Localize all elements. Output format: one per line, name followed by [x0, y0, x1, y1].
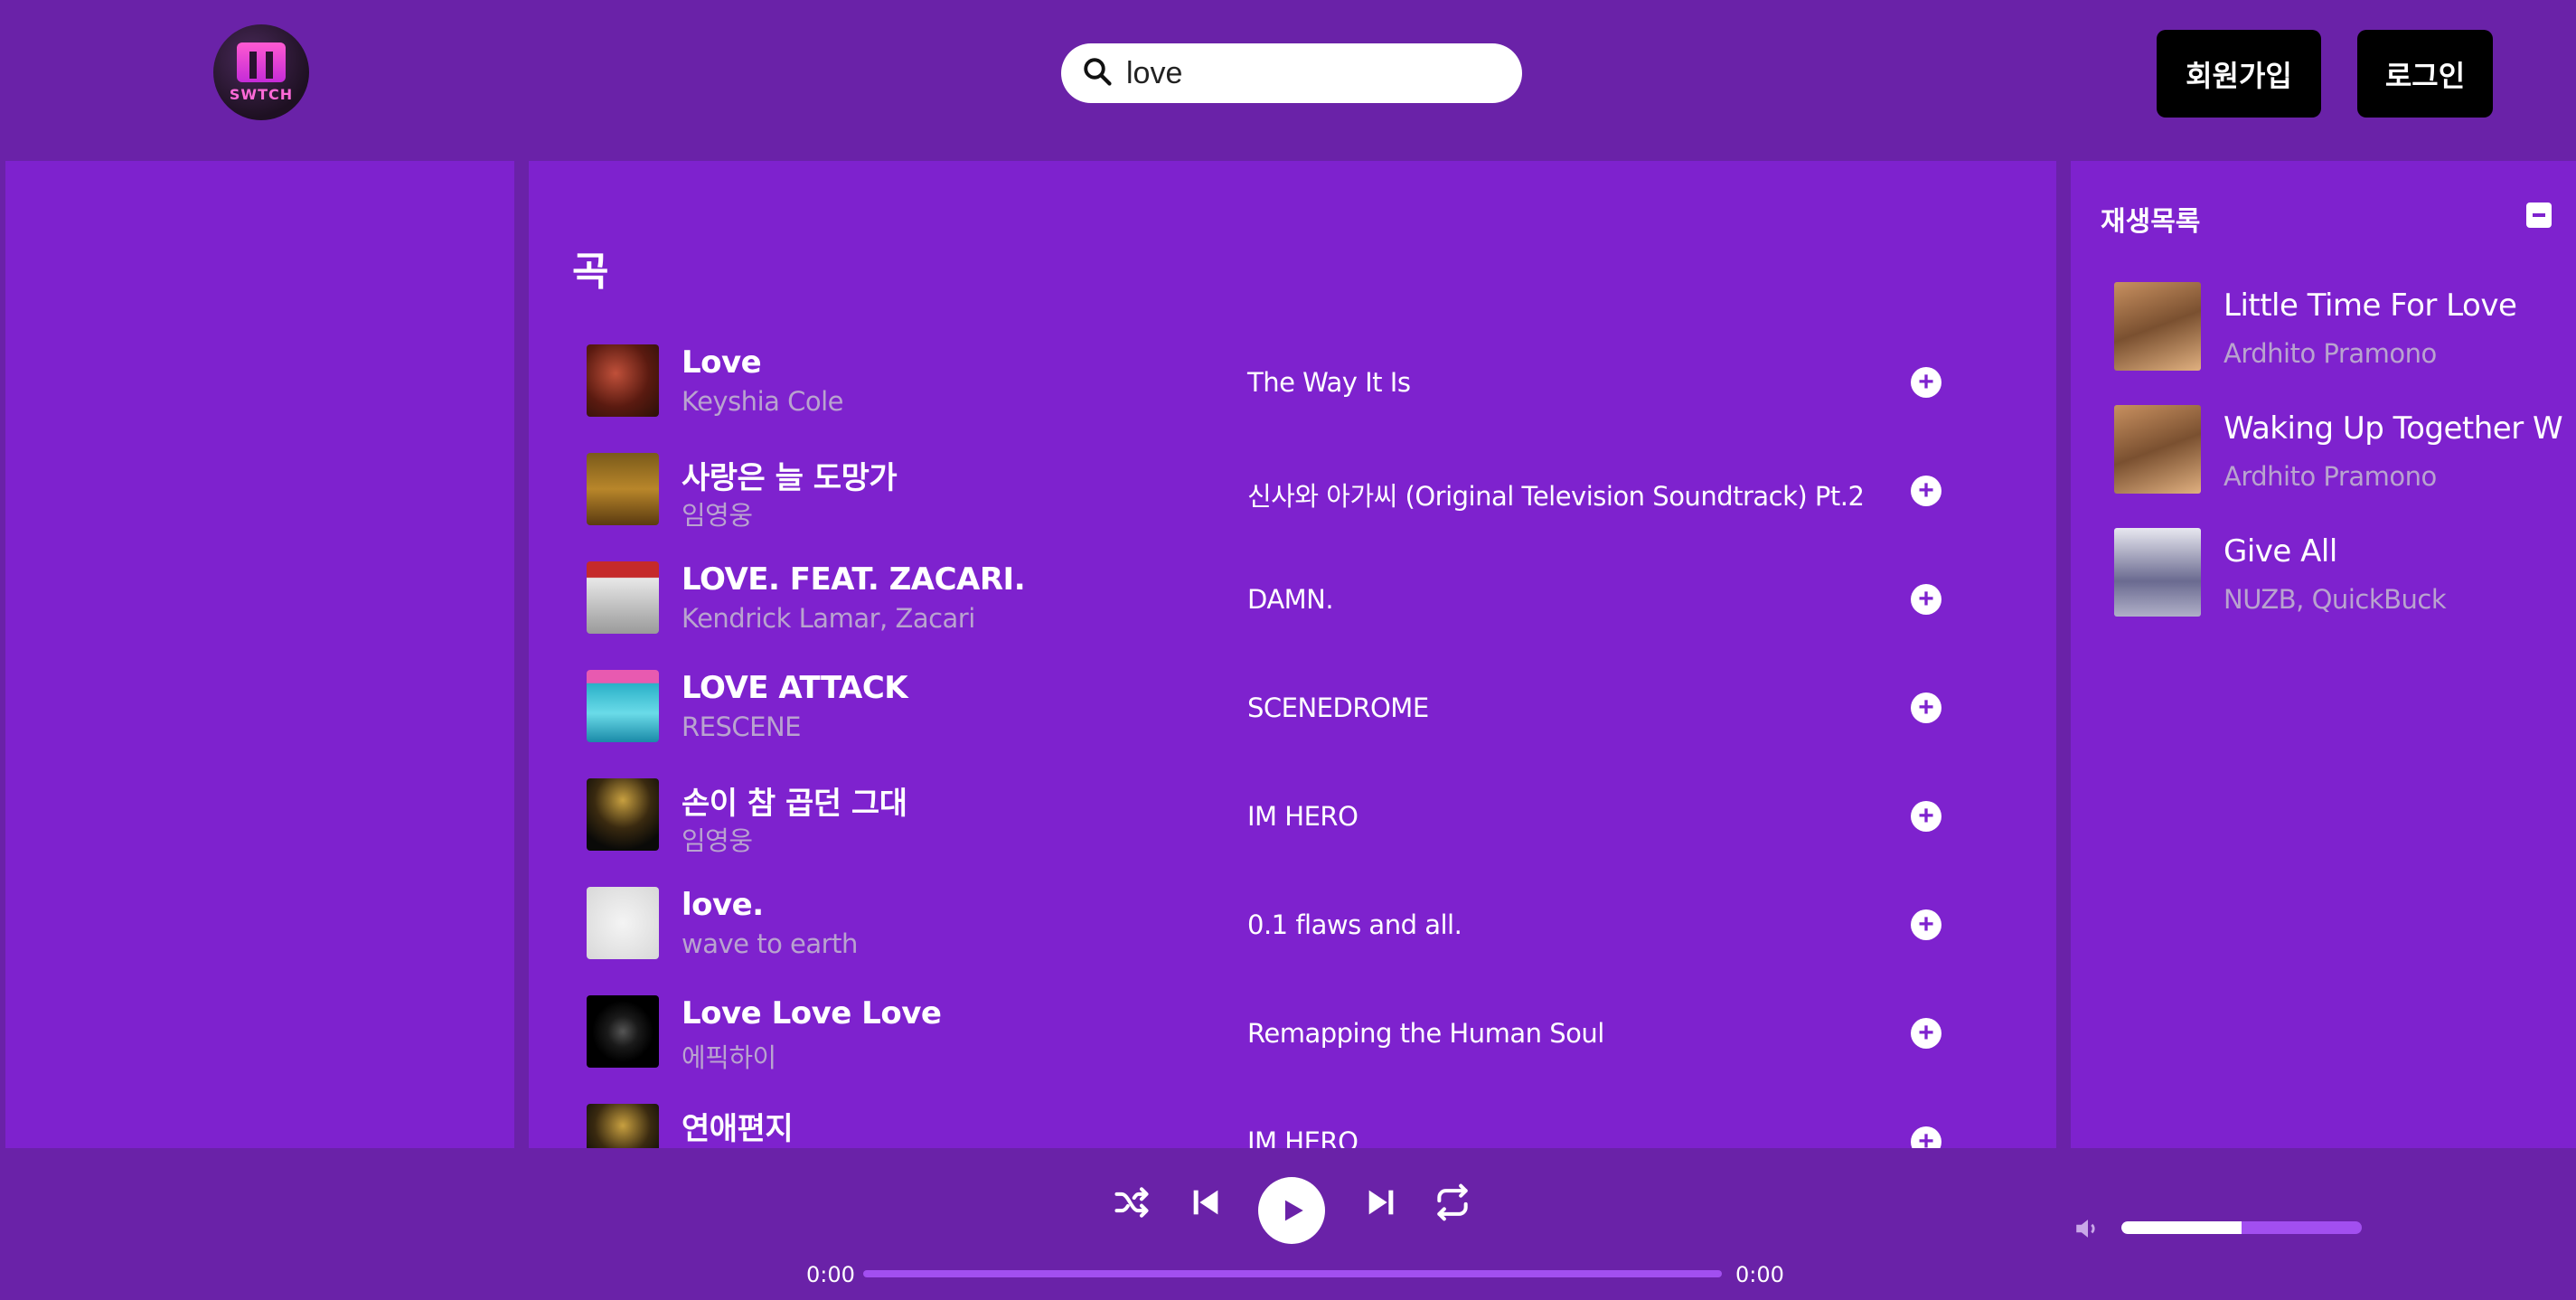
next-icon[interactable] — [1363, 1182, 1399, 1222]
total-time: 0:00 — [1735, 1262, 1784, 1287]
song-artist[interactable]: wave to earth — [682, 928, 858, 959]
app-logo[interactable]: SWTCH — [213, 24, 309, 120]
play-button[interactable] — [1258, 1177, 1325, 1244]
song-row[interactable]: LOVE ATTACK RESCENE SCENEDROME + — [587, 670, 2033, 744]
current-time: 0:00 — [806, 1262, 855, 1287]
song-artist[interactable]: Kendrick Lamar, Zacari — [682, 603, 975, 634]
album-cover — [2114, 282, 2201, 371]
song-artist[interactable]: RESCENE — [682, 711, 801, 742]
song-title[interactable]: LOVE. FEAT. ZACARI. — [682, 561, 1026, 598]
playlist-song-artist[interactable]: Ardhito Pramono — [2223, 461, 2437, 492]
playlist-title: 재생목록 — [2101, 206, 2201, 238]
playlist-item[interactable]: Little Time For Love Ardhito Pramono — [2114, 282, 2566, 372]
song-artist[interactable]: 임영웅 — [682, 495, 753, 532]
song-title[interactable]: 연애편지 — [682, 1104, 794, 1148]
album-cover — [587, 670, 659, 742]
song-album[interactable]: SCENEDROME — [1247, 692, 1429, 723]
song-album[interactable]: DAMN. — [1247, 584, 1334, 615]
add-to-playlist-icon[interactable]: + — [1911, 367, 1941, 398]
logo-mark-icon — [237, 42, 286, 82]
song-row[interactable]: love. wave to earth 0.1 flaws and all. + — [587, 887, 2033, 961]
song-title[interactable]: Love Love Love — [682, 995, 942, 1032]
add-to-playlist-icon[interactable]: + — [1911, 584, 1941, 615]
add-to-playlist-icon[interactable]: + — [1911, 476, 1941, 506]
album-cover — [587, 344, 659, 417]
add-to-playlist-icon[interactable]: + — [1911, 801, 1941, 832]
song-row[interactable]: LOVE. FEAT. ZACARI. Kendrick Lamar, Zaca… — [587, 561, 2033, 636]
playlist-song-artist[interactable]: NUZB, QuickBuck — [2223, 584, 2447, 615]
add-to-playlist-icon[interactable]: + — [1911, 1018, 1941, 1049]
volume-level — [2121, 1221, 2242, 1234]
header: SWTCH 회원가입 로그인 — [0, 0, 2576, 161]
shuffle-icon[interactable] — [1112, 1182, 1152, 1222]
song-album[interactable]: 신사와 아가씨 (Original Television Soundtrack)… — [1247, 476, 1865, 513]
song-album[interactable]: 0.1 flaws and all. — [1247, 909, 1462, 940]
album-cover — [587, 453, 659, 525]
song-album[interactable]: The Way It Is — [1247, 367, 1411, 398]
play-icon — [1284, 1200, 1303, 1221]
song-title[interactable]: 사랑은 늘 도망가 — [682, 453, 898, 497]
song-title[interactable]: Love — [682, 344, 762, 381]
add-to-playlist-icon[interactable]: + — [1911, 909, 1941, 940]
playlist-song-title[interactable]: Waking Up Together W — [2223, 410, 2563, 447]
song-title[interactable]: 손이 참 곱던 그대 — [682, 778, 907, 823]
volume-slider[interactable] — [2121, 1221, 2362, 1234]
album-cover — [587, 1104, 659, 1148]
song-row[interactable]: 연애편지 IM HERO + — [587, 1104, 2033, 1148]
song-artist[interactable]: 임영웅 — [682, 820, 753, 858]
album-cover — [2114, 528, 2201, 617]
collapse-icon[interactable] — [2526, 203, 2552, 228]
album-cover — [587, 561, 659, 634]
player-bar: 0:00 0:00 — [0, 1148, 2576, 1300]
album-cover — [2114, 405, 2201, 494]
search-input[interactable] — [1126, 55, 1506, 91]
search-bar[interactable] — [1061, 43, 1522, 103]
album-cover — [587, 778, 659, 851]
song-row[interactable]: 사랑은 늘 도망가 임영웅 신사와 아가씨 (Original Televisi… — [587, 453, 2033, 531]
playlist-item[interactable]: Waking Up Together W Ardhito Pramono — [2114, 405, 2566, 495]
playlist-song-title[interactable]: Little Time For Love — [2223, 287, 2517, 324]
add-to-playlist-icon[interactable]: + — [1911, 692, 1941, 723]
left-sidebar — [5, 161, 514, 1148]
volume-icon[interactable] — [2073, 1213, 2103, 1248]
section-title: 곡 — [572, 249, 609, 295]
album-cover — [587, 995, 659, 1068]
playlist-panel: 재생목록 Little Time For Love Ardhito Pramon… — [2071, 161, 2576, 1148]
playlist-song-artist[interactable]: Ardhito Pramono — [2223, 338, 2437, 369]
song-album[interactable]: IM HERO — [1247, 801, 1359, 832]
song-artist[interactable]: Keyshia Cole — [682, 386, 844, 417]
playlist-item[interactable]: Give All NUZB, QuickBuck — [2114, 528, 2566, 618]
add-to-playlist-icon[interactable]: + — [1911, 1126, 1941, 1148]
song-artist[interactable]: 에픽하이 — [682, 1037, 776, 1075]
song-title[interactable]: LOVE ATTACK — [682, 670, 908, 706]
song-album[interactable]: Remapping the Human Soul — [1247, 1018, 1604, 1049]
song-title[interactable]: love. — [682, 887, 764, 923]
song-row[interactable]: Love Love Love 에픽하이 Remapping the Human … — [587, 995, 2033, 1073]
song-row[interactable]: 손이 참 곱던 그대 임영웅 IM HERO + — [587, 778, 2033, 856]
album-cover — [587, 887, 659, 959]
repeat-icon[interactable] — [1432, 1182, 1473, 1222]
signup-button[interactable]: 회원가입 — [2157, 30, 2321, 118]
playlist-song-title[interactable]: Give All — [2223, 533, 2337, 570]
login-button[interactable]: 로그인 — [2357, 30, 2493, 118]
search-icon — [1081, 55, 1114, 92]
song-album[interactable]: IM HERO — [1247, 1126, 1359, 1148]
search-results-panel: 곡 Love Keyshia Cole The Way It Is + 사랑은 … — [529, 161, 2056, 1148]
logo-text: SWTCH — [229, 85, 294, 103]
previous-icon[interactable] — [1188, 1182, 1224, 1222]
progress-bar[interactable] — [863, 1270, 1722, 1277]
song-row[interactable]: Love Keyshia Cole The Way It Is + — [587, 344, 2033, 419]
